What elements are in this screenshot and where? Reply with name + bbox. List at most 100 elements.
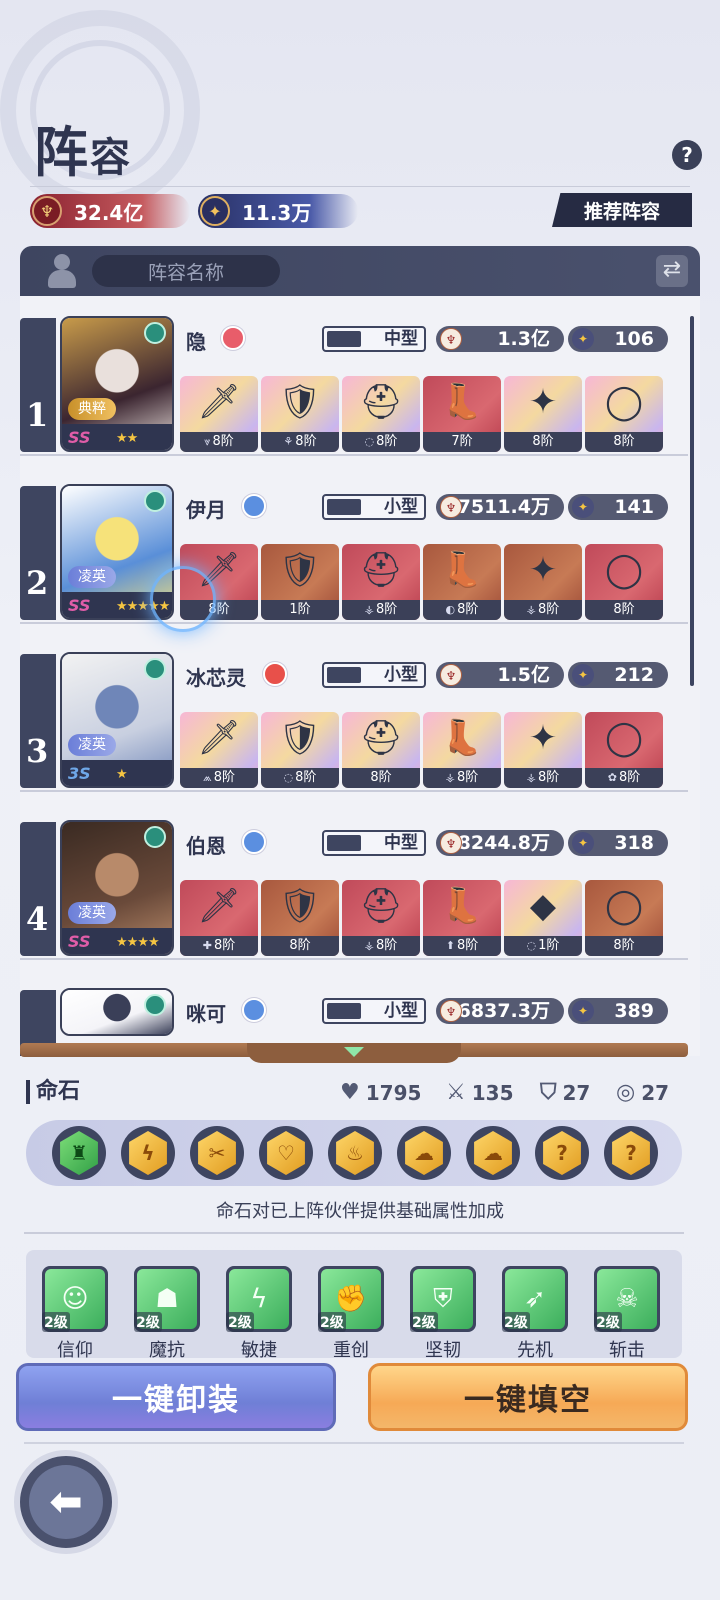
attribute-3[interactable]: ϟ 2级 敏捷 [224, 1266, 294, 1361]
stone-icon: ♜ [60, 1131, 98, 1175]
attribute-name: 斩击 [609, 1340, 645, 1361]
hero-portrait[interactable]: SS ★★★★ 凌英 [60, 820, 174, 956]
hero-name: 隐 [186, 330, 206, 354]
hero-power-value: 7511.4万 [457, 496, 550, 518]
equipment-icon: ◯ [604, 718, 644, 758]
attribute-name: 信仰 [57, 1340, 93, 1361]
mingshi-stone[interactable]: ♡ [259, 1126, 313, 1180]
equipment-mark-icon: ✚ [202, 939, 212, 952]
equipment-slot[interactable]: ◯ 8阶 [585, 376, 663, 452]
lineup-name-field[interactable]: 阵容名称 [92, 255, 280, 287]
equipment-slot[interactable]: ◯ 8阶 [585, 544, 663, 620]
equipment-mark-icon: ◌ [364, 435, 375, 448]
equipment-slot[interactable]: ✦ 8阶 [504, 376, 582, 452]
equipment-mark-icon: ⚶ [364, 603, 375, 616]
attribute-4[interactable]: ✊ 2级 重创 [316, 1266, 386, 1361]
equipment-slot[interactable]: ◆ ◌ 1阶 [504, 880, 582, 956]
hero-portrait[interactable] [60, 988, 174, 1036]
equipment-slot[interactable]: 👢 ◐ 8阶 [423, 544, 501, 620]
mingshi-stone[interactable]: ♨ [328, 1126, 382, 1180]
stone-icon: ☁ [405, 1131, 443, 1175]
hero-portrait[interactable]: 3S ★ 凌英 [60, 652, 174, 788]
equipment-slot[interactable]: 👢 ⚶ 8阶 [423, 712, 501, 788]
mingshi-stone[interactable]: ϟ [121, 1126, 175, 1180]
star-icon: ✦ [572, 496, 594, 518]
hero-list[interactable]: 1 SS ★★ 典粹隐中型 ♆ 1.3亿 ✦ 106 🗡 ⩔ 8阶 🛡 ⚘ 8阶 ⛑ ◌ 8阶 👢 7阶 ✦ 8阶 ◯ 8阶… [20, 296, 700, 1056]
hero-name: 冰芯灵 [186, 666, 246, 690]
equipment-level-text: 8阶 [212, 434, 234, 449]
mingshi-stone[interactable]: ? [535, 1126, 589, 1180]
attribute-level: 2级 [226, 1312, 254, 1332]
mingshi-stat-value: 1795 [365, 1080, 422, 1105]
equipment-level: 7阶 [423, 432, 501, 452]
hero-rank-label: 典粹 [68, 398, 116, 420]
element-badge-icon [144, 322, 166, 344]
hero-rank-label: 凌英 [68, 734, 116, 756]
mingshi-stone[interactable]: ☁ [466, 1126, 520, 1180]
hero-row[interactable]: 4 SS ★★★★ 凌英 伯恩 中型 ♆ 8244.8万 ✦ 318 🗡 ✚ 8阶 🛡 8阶 ⛑ ⚶ 8阶 👢 ⬆ 8阶… [20, 800, 688, 960]
equipment-slot[interactable]: ◯ 8阶 [585, 880, 663, 956]
attribute-2[interactable]: ☗ 2级 魔抗 [132, 1266, 202, 1361]
equipment-icon: 👢 [440, 550, 484, 590]
equipment-slot[interactable]: ⛑ ◌ 8阶 [342, 376, 420, 452]
back-button[interactable]: ⬅ [14, 1450, 118, 1554]
mingshi-stone[interactable]: ☁ [397, 1126, 451, 1180]
hero-power-value: 8244.8万 [457, 832, 550, 854]
hero-grade: SS [68, 596, 91, 615]
help-icon[interactable]: ? [672, 140, 702, 170]
hero-rank-label: 凌英 [68, 902, 116, 924]
hero-row[interactable]: 3 3S ★ 凌英 冰芯灵 小型 ♆ 1.5亿 ✦ 212 🗡 ⩕ 8阶 🛡 ◌ 8阶 ⛑ 8阶 👢 ⚶ 8阶 ✦ ⚶ 8阶 ◯… [20, 632, 688, 792]
equipment-level-text: 8阶 [613, 602, 635, 617]
equipment-icon: ✦ [528, 718, 558, 758]
equipment-slot[interactable]: 🛡 ◌ 8阶 [261, 712, 339, 788]
equipment-slot[interactable]: ⛑ 8阶 [342, 712, 420, 788]
equipment-slot[interactable]: 🗡 ⩕ 8阶 [180, 712, 258, 788]
equipment-icon: 🗡 [197, 718, 241, 758]
unequip-all-button[interactable]: 一键卸装 [16, 1363, 336, 1431]
mingshi-stone[interactable]: ♜ [52, 1126, 106, 1180]
mingshi-stone[interactable]: ? [604, 1126, 658, 1180]
attribute-5[interactable]: ⛨ 2级 坚韧 [408, 1266, 478, 1361]
equipment-level: ◌ 8阶 [342, 432, 420, 452]
hero-size-type: 中型 [322, 326, 426, 352]
resist-icon: ◎ [616, 1080, 636, 1105]
equipment-mark-icon: ⬆ [445, 939, 455, 952]
person-icon [46, 252, 78, 290]
swap-icon[interactable]: ⇄ [656, 255, 688, 287]
shield-icon: ⛉ [540, 1080, 557, 1105]
equipment-slot[interactable]: 🗡 ✚ 8阶 [180, 880, 258, 956]
equipment-mark-icon: ✿ [607, 771, 617, 784]
attribute-6[interactable]: ➶ 2级 先机 [500, 1266, 570, 1361]
equipment-level-text: 8阶 [613, 434, 635, 449]
hero-row[interactable]: 1 SS ★★ 典粹隐中型 ♆ 1.3亿 ✦ 106 🗡 ⩔ 8阶 🛡 ⚘ 8阶 ⛑ ◌ 8阶 👢 7阶 ✦ 8阶 ◯ 8阶 [20, 296, 688, 456]
equipment-icon: ◆ [529, 886, 557, 926]
hero-speed: ✦ 212 [568, 662, 668, 688]
equipment-slot[interactable]: 👢 7阶 [423, 376, 501, 452]
list-scrollbar[interactable] [690, 316, 694, 686]
hero-portrait[interactable]: SS ★★ 典粹 [60, 316, 174, 452]
expand-toggle[interactable] [247, 1043, 461, 1063]
equipment-slot[interactable]: ⛑ ⚶ 8阶 [342, 880, 420, 956]
attribute-7[interactable]: ☠ 2级 斩击 [592, 1266, 662, 1361]
mingshi-caption: 命石对已上阵伙伴提供基础属性加成 [216, 1201, 504, 1222]
equipment-slot[interactable]: ⛑ ⚶ 8阶 [342, 544, 420, 620]
fill-all-button[interactable]: 一键填空 [368, 1363, 688, 1431]
row-divider [20, 958, 688, 960]
element-icon [242, 830, 266, 854]
equipment-slot[interactable]: 🛡 ⚘ 8阶 [261, 376, 339, 452]
mingshi-stone[interactable]: ✂ [190, 1126, 244, 1180]
equipment-slot[interactable]: 👢 ⬆ 8阶 [423, 880, 501, 956]
recommend-lineup-button[interactable]: 推荐阵容 [552, 193, 692, 227]
equipment-slot[interactable]: ◯ ✿ 8阶 [585, 712, 663, 788]
equipment-slot[interactable]: ✦ ⚶ 8阶 [504, 544, 582, 620]
equipment-slot[interactable]: 🗡 ⩔ 8阶 [180, 376, 258, 452]
attribute-1[interactable]: ☺ 2级 信仰 [40, 1266, 110, 1361]
equipment-slot[interactable]: 🛡 1阶 [261, 544, 339, 620]
equipment-slot[interactable]: ✦ ⚶ 8阶 [504, 712, 582, 788]
hero-row[interactable]: 2 SS ★★★★★ 凌英 伊月 小型 ♆ 7511.4万 ✦ 141 🗡 8阶 🛡 1阶 ⛑ ⚶ 8阶 👢 ◐ 8阶… [20, 464, 688, 624]
hero-grade: SS [68, 932, 91, 951]
attribute-name: 重创 [333, 1340, 369, 1361]
equipment-icon: ✦ [528, 550, 558, 590]
equipment-slot[interactable]: 🛡 8阶 [261, 880, 339, 956]
mingshi-stat: ⛉ 27 [540, 1080, 590, 1105]
